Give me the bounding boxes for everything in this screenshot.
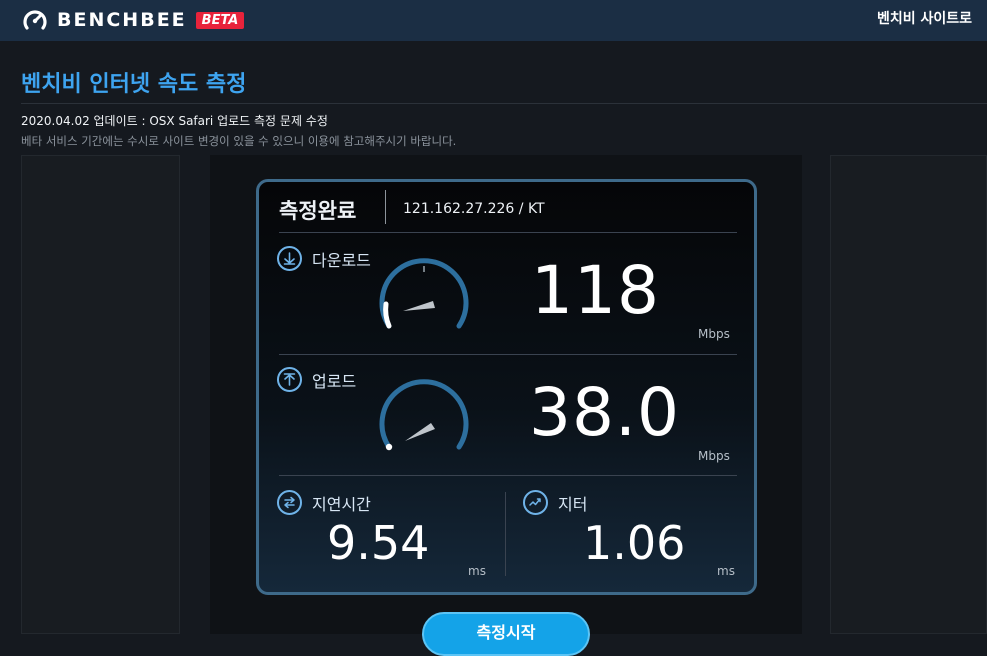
page-title: 벤치비 인터넷 속도 측정 [21, 72, 247, 97]
jitter-value: 1.06 [583, 516, 686, 570]
pulse-icon [523, 490, 548, 515]
upload-label: 업로드 [277, 367, 356, 392]
result-vertical-divider [505, 492, 506, 576]
download-unit: Mbps [698, 327, 730, 341]
beta-notice: 베타 서비스 기간에는 수시로 사이트 변경이 있을 수 있으니 이용에 참고해… [21, 134, 457, 148]
upload-label-text: 업로드 [312, 371, 357, 391]
latency-value: 9.54 [327, 516, 430, 570]
title-divider [21, 103, 987, 104]
status-divider [385, 190, 386, 224]
swap-arrows-icon [277, 490, 302, 515]
benchbee-site-link[interactable]: 벤치비 사이트로 [877, 8, 972, 28]
upload-unit: Mbps [698, 449, 730, 463]
download-speed-value: 118 [531, 252, 660, 329]
result-card: 측정완료 121.162.27.226 / KT 다운로드 118 Mbps 업… [256, 179, 757, 595]
start-measurement-button[interactable]: 측정시작 [422, 612, 590, 656]
right-side-panel [830, 155, 987, 634]
download-label: 다운로드 [277, 246, 371, 271]
jitter-label: 지터 [523, 490, 587, 515]
top-bar: BENCHBEE BETA 벤치비 사이트로 [0, 0, 987, 41]
header-separator [279, 232, 737, 233]
beta-badge: BETA [195, 11, 245, 29]
upload-separator [279, 475, 737, 476]
latency-unit: ms [468, 564, 486, 578]
left-side-panel [21, 155, 180, 634]
measurement-status: 측정완료 [279, 199, 357, 223]
latency-label-text: 지연시간 [312, 494, 371, 514]
download-label-text: 다운로드 [312, 250, 371, 270]
ip-isp-info: 121.162.27.226 / KT [403, 201, 545, 217]
arrow-down-circle-icon [277, 246, 302, 271]
upload-gauge [379, 379, 469, 451]
upload-speed-value: 38.0 [529, 374, 680, 451]
speedometer-icon [23, 10, 47, 30]
latency-label: 지연시간 [277, 490, 371, 515]
jitter-label-text: 지터 [558, 494, 588, 514]
download-separator [279, 354, 737, 355]
update-notice: 2020.04.02 업데이트 : OSX Safari 업로드 측정 문제 수… [21, 114, 328, 128]
download-gauge [379, 258, 469, 329]
arrow-up-circle-icon [277, 367, 302, 392]
logo-text: BENCHBEE [57, 9, 187, 31]
benchbee-logo[interactable]: BENCHBEE BETA [22, 4, 245, 36]
jitter-unit: ms [717, 564, 735, 578]
